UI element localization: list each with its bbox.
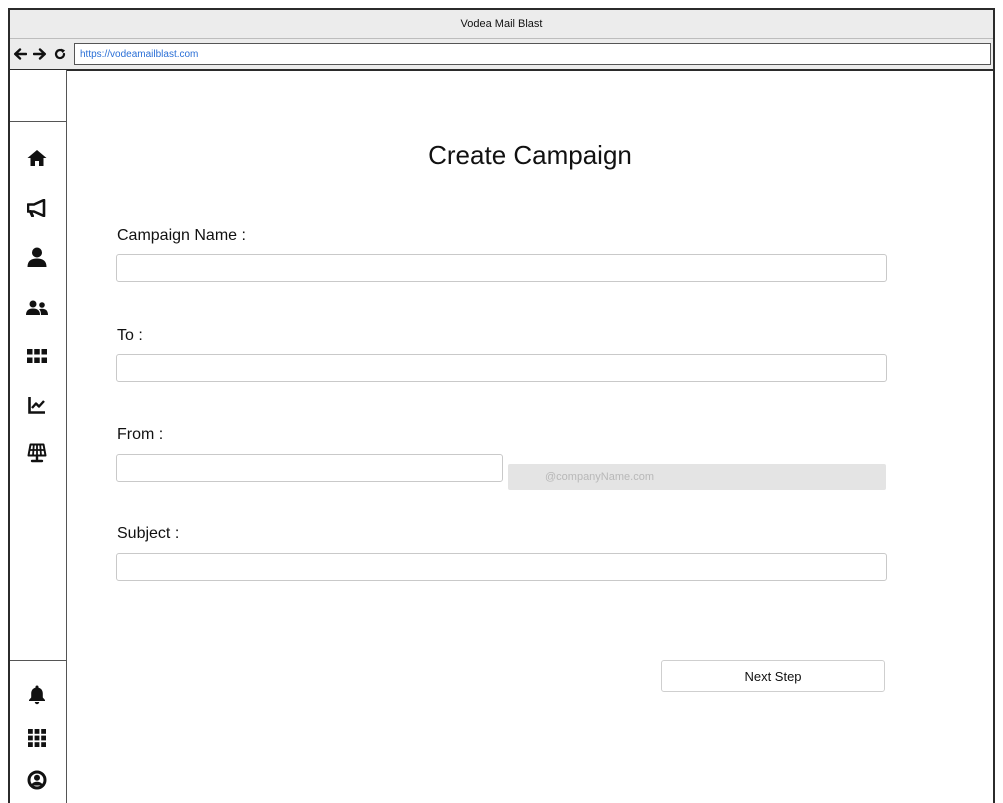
campaign-name-input[interactable] xyxy=(116,254,887,282)
to-label: To : xyxy=(117,327,143,344)
browser-window: Vodea Mail Blast https://vodeamailblast.… xyxy=(8,8,995,803)
from-label: From : xyxy=(117,426,164,443)
address-bar[interactable]: https://vodeamailblast.com xyxy=(74,43,991,65)
sidebar xyxy=(10,70,67,803)
to-input[interactable] xyxy=(116,354,887,382)
bell-icon xyxy=(29,685,45,705)
next-step-button[interactable]: Next Step xyxy=(661,660,885,692)
back-button[interactable] xyxy=(10,42,30,66)
chart-icon xyxy=(28,397,45,414)
forward-button[interactable] xyxy=(30,42,50,66)
sidebar-item-home[interactable] xyxy=(26,147,48,169)
sidebar-item-campaigns[interactable] xyxy=(26,197,48,219)
campaign-name-label: Campaign Name : xyxy=(117,227,246,244)
home-icon xyxy=(27,150,47,166)
sidebar-item-panels[interactable] xyxy=(26,442,48,464)
users-icon xyxy=(26,300,48,315)
window-titlebar: Vodea Mail Blast xyxy=(10,10,993,39)
reload-icon xyxy=(54,48,66,60)
address-url: https://vodeamailblast.com xyxy=(80,48,199,60)
sidebar-item-reports[interactable] xyxy=(26,394,48,416)
sidebar-item-groups[interactable] xyxy=(26,297,48,319)
sidebar-item-contacts[interactable] xyxy=(26,246,48,268)
browser-navbar: https://vodeamailblast.com xyxy=(10,39,993,71)
subject-label: Subject : xyxy=(117,525,180,542)
arrow-right-icon xyxy=(33,48,46,60)
megaphone-icon xyxy=(27,199,46,217)
sidebar-divider-top xyxy=(10,121,66,122)
sidebar-divider-bottom xyxy=(10,660,66,661)
sidebar-item-templates[interactable] xyxy=(26,345,48,367)
account-circle-icon xyxy=(27,770,47,790)
reload-button[interactable] xyxy=(50,42,70,66)
from-domain-text: @companyName.com xyxy=(545,471,654,483)
grid-icon xyxy=(27,349,47,363)
apps-grid-icon xyxy=(28,729,46,747)
solar-panel-icon xyxy=(27,443,47,463)
main-content: Create Campaign Campaign Name : To : Fro… xyxy=(67,70,993,803)
from-input[interactable] xyxy=(116,454,503,482)
sidebar-item-notifications[interactable] xyxy=(26,684,48,706)
sidebar-item-apps[interactable] xyxy=(26,727,48,749)
window-title: Vodea Mail Blast xyxy=(460,18,543,30)
subject-input[interactable] xyxy=(116,553,887,581)
from-domain-suffix: @companyName.com xyxy=(508,464,886,490)
arrow-left-icon xyxy=(14,48,27,60)
user-icon xyxy=(27,247,47,267)
sidebar-item-account[interactable] xyxy=(26,769,48,791)
page-title: Create Campaign xyxy=(428,140,632,170)
